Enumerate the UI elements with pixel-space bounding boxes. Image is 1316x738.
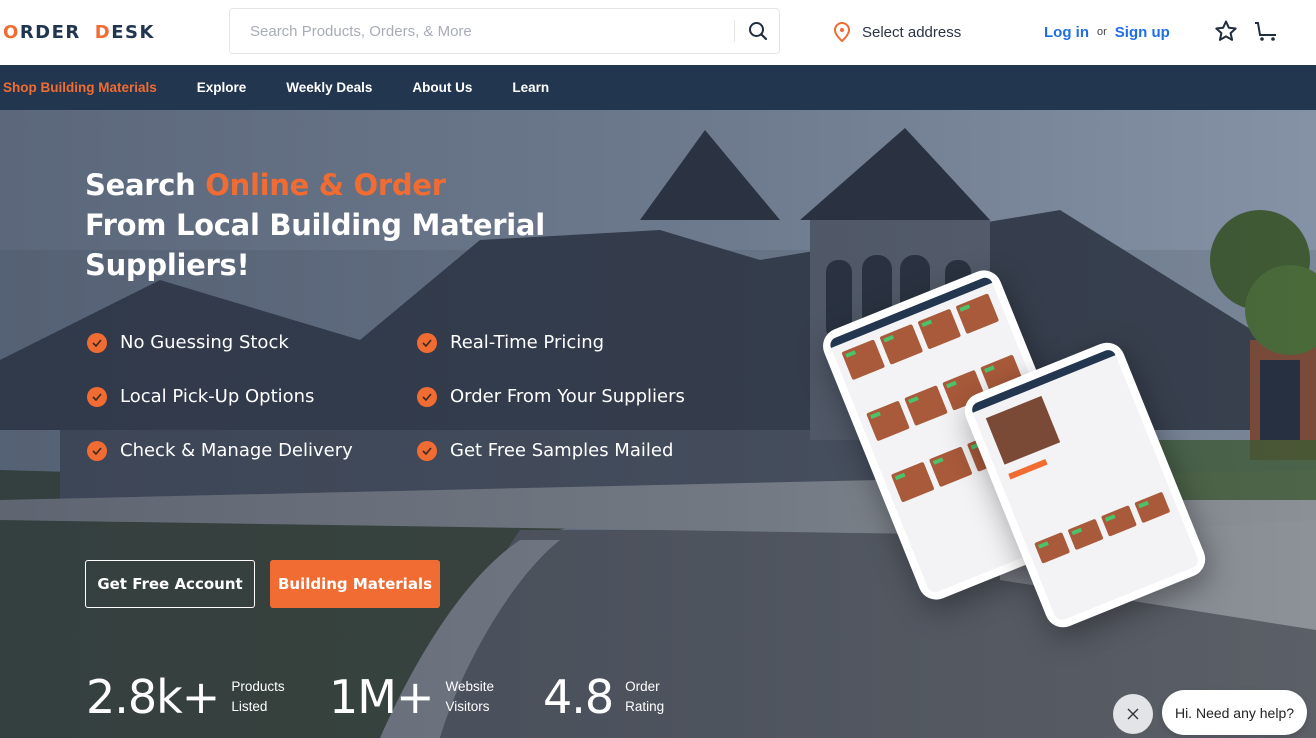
logo-letter: O — [3, 21, 20, 43]
nav-learn[interactable]: Learn — [512, 80, 549, 95]
feature-label: Get Free Samples Mailed — [450, 440, 674, 461]
hero-headline: Search Online & Order From Local Buildin… — [85, 165, 545, 285]
feature-item: Get Free Samples Mailed — [417, 440, 673, 461]
check-icon — [87, 440, 107, 461]
nav-about-us[interactable]: About Us — [412, 80, 472, 95]
stat-label: Order Rating — [625, 679, 665, 714]
hero-section: Search Online & Order From Local Buildin… — [0, 110, 1316, 738]
feature-label: Real-Time Pricing — [450, 332, 605, 353]
star-icon — [1215, 20, 1237, 41]
login-link[interactable]: Log in — [1044, 24, 1089, 41]
feature-item: Check & Manage Delivery — [87, 440, 353, 461]
order-desk-logo[interactable]: O RDER D ESK — [3, 21, 155, 43]
feature-item: Order From Your Suppliers — [417, 386, 685, 407]
logo-letter: D — [94, 21, 112, 43]
cart-button[interactable] — [1252, 17, 1280, 45]
feature-item: Real-Time Pricing — [417, 332, 604, 353]
stat-value: 2.8k+ — [86, 670, 220, 724]
building-materials-button[interactable]: Building Materials — [270, 560, 440, 608]
feature-item: Local Pick-Up Options — [87, 386, 314, 407]
stat-rating: 4.8 Order Rating — [543, 670, 664, 724]
stat-visitors: 1M+ Website Visitors — [329, 670, 494, 724]
search-icon — [749, 22, 768, 41]
feature-item: No Guessing Stock — [87, 332, 289, 353]
stat-value: 1M+ — [329, 670, 434, 724]
select-address-label: Select address — [862, 23, 962, 41]
header-icons — [1212, 17, 1280, 45]
feature-label: Order From Your Suppliers — [450, 386, 685, 407]
site-header: O RDER D ESK Select address Log in or Si… — [0, 0, 1316, 65]
check-icon — [417, 440, 437, 461]
headline-text: Search — [85, 168, 206, 202]
logo-text: ESK — [111, 21, 155, 43]
chat-close-button[interactable] — [1113, 694, 1153, 734]
check-icon — [417, 332, 437, 353]
signup-link[interactable]: Sign up — [1115, 24, 1170, 41]
chat-help-bubble[interactable]: Hi. Need any help? — [1162, 690, 1307, 735]
feature-label: Check & Manage Delivery — [120, 440, 353, 461]
check-icon — [87, 386, 107, 407]
auth-links: Log in or Sign up — [1044, 20, 1170, 44]
main-nav: Shop Building Materials Explore Weekly D… — [0, 65, 1316, 110]
nav-shop-building-materials[interactable]: Shop Building Materials — [3, 80, 157, 95]
check-icon — [417, 386, 437, 407]
search-input[interactable] — [230, 9, 730, 53]
stat-label: Products Listed — [231, 679, 285, 714]
check-icon — [87, 332, 107, 353]
or-separator: or — [1097, 26, 1107, 38]
close-icon — [1127, 708, 1139, 720]
cart-icon — [1255, 22, 1276, 41]
nav-explore[interactable]: Explore — [197, 80, 247, 95]
headline-text: Suppliers! — [85, 248, 250, 282]
search-bar — [229, 8, 780, 54]
nav-weekly-deals[interactable]: Weekly Deals — [286, 80, 372, 95]
get-free-account-button[interactable]: Get Free Account — [85, 560, 255, 608]
stat-label: Website Visitors — [445, 679, 495, 714]
search-divider — [734, 20, 735, 42]
headline-accent: Online & Order — [205, 168, 446, 202]
favorites-button[interactable] — [1212, 17, 1240, 45]
feature-label: No Guessing Stock — [120, 332, 289, 353]
headline-text: From Local Building Material — [85, 208, 545, 242]
logo-text: RDER — [19, 21, 81, 43]
map-pin-icon — [833, 21, 851, 43]
search-button[interactable] — [742, 15, 774, 47]
feature-label: Local Pick-Up Options — [120, 386, 315, 407]
select-address-button[interactable]: Select address — [832, 20, 961, 44]
stat-value: 4.8 — [543, 670, 614, 724]
stat-products: 2.8k+ Products Listed — [86, 670, 285, 724]
